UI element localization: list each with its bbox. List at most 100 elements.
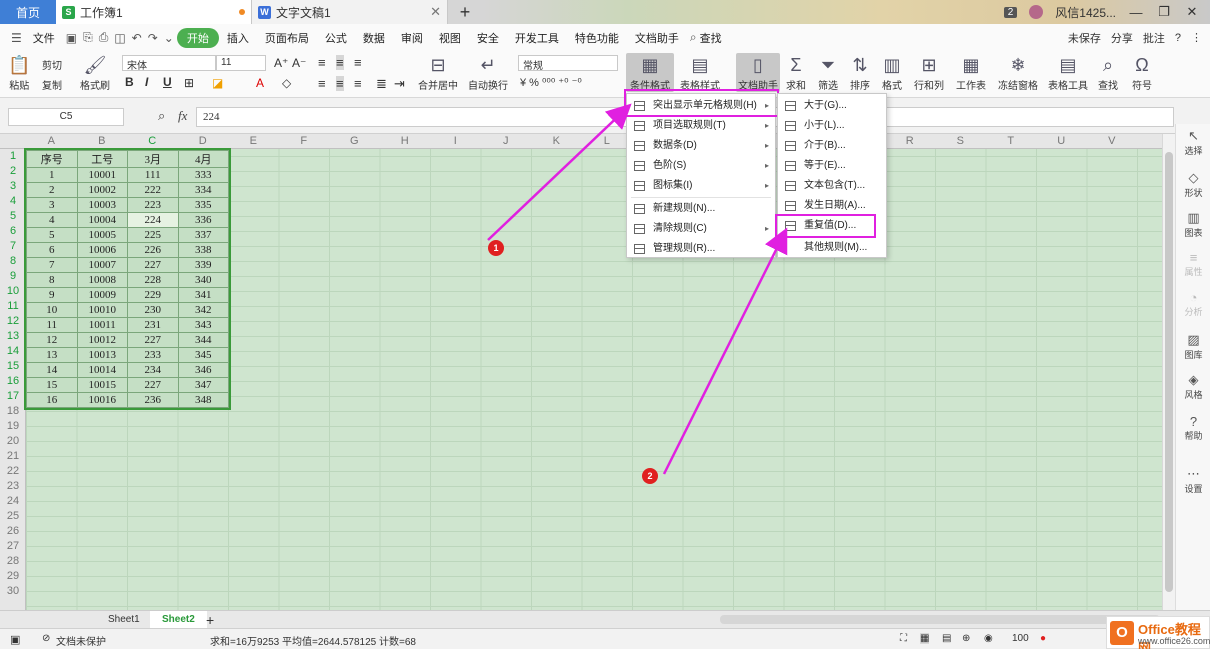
share-button[interactable]: 分享 (1111, 30, 1133, 46)
preview-icon[interactable]: ◫ (111, 31, 128, 45)
table-cell[interactable]: 10004 (76, 212, 128, 228)
table-cell[interactable]: 4月 (177, 150, 229, 168)
table-cell[interactable]: 16 (26, 392, 78, 408)
menu-item-manage-rules[interactable]: 管理规则(R)... (627, 239, 775, 259)
page-view-icon[interactable]: ▤ (942, 633, 951, 644)
doc-helper-button[interactable]: ▯ 文档助手 (736, 53, 780, 92)
row-header[interactable]: 23 (0, 479, 26, 494)
menu-search[interactable]: 查找 (700, 30, 730, 46)
row-header[interactable]: 22 (0, 464, 26, 479)
font-shrink-icon[interactable]: A⁻ (292, 56, 306, 70)
sheet-tab-sheet2[interactable]: Sheet2 (150, 611, 207, 629)
table-cell[interactable]: 12 (26, 332, 78, 348)
table-cell[interactable]: 序号 (26, 150, 78, 168)
menu-item-less-than[interactable]: 小于(L)... (778, 116, 886, 136)
scrollbar-thumb[interactable] (1165, 152, 1173, 592)
menu-data[interactable]: 数据 (355, 30, 393, 46)
table-cell[interactable]: 9 (26, 287, 78, 303)
table-cell[interactable]: 340 (177, 272, 229, 288)
row-header[interactable]: 12 (0, 314, 26, 329)
row-header[interactable]: 14 (0, 344, 26, 359)
table-cell[interactable]: 338 (177, 242, 229, 258)
zoom-level[interactable]: 100 (1012, 633, 1029, 644)
freeze-panes-button[interactable]: ❄ 冻结窗格 (998, 53, 1038, 92)
distribute-icon[interactable]: ≣ (376, 76, 387, 92)
table-cell[interactable]: 226 (127, 242, 179, 258)
table-cell[interactable]: 228 (127, 272, 179, 288)
table-cell[interactable]: 236 (127, 392, 179, 408)
row-header[interactable]: 25 (0, 509, 26, 524)
column-header[interactable]: I (430, 134, 481, 149)
close-tab-icon[interactable]: ✕ (430, 4, 441, 20)
row-header[interactable]: 21 (0, 449, 26, 464)
column-header[interactable]: R (885, 134, 936, 149)
protect-status[interactable]: 文档未保护 (56, 633, 106, 648)
clear-icon[interactable]: ◇ (282, 76, 291, 90)
column-header[interactable]: S (935, 134, 986, 149)
font-grow-icon[interactable]: A⁺ (274, 56, 288, 70)
row-header[interactable]: 1 (0, 149, 26, 164)
menu-item-greater-than[interactable]: 大于(G)... (778, 96, 886, 116)
menu-item-more-rules[interactable]: 其他规则(M)... (778, 238, 886, 258)
table-cell[interactable]: 227 (127, 257, 179, 273)
table-cell[interactable]: 工号 (76, 150, 128, 168)
table-cell[interactable]: 10005 (76, 227, 128, 243)
row-header[interactable]: 20 (0, 434, 26, 449)
sheet-tab-sheet1[interactable]: Sheet1 (96, 611, 152, 629)
row-header[interactable]: 7 (0, 239, 26, 254)
menu-security[interactable]: 安全 (469, 30, 507, 46)
column-header[interactable]: J (481, 134, 532, 149)
menu-start[interactable]: 开始 (176, 27, 219, 48)
column-header[interactable]: K (531, 134, 582, 149)
bold-button[interactable]: B (125, 75, 134, 89)
rp-help[interactable]: ? 帮助 (1176, 414, 1210, 442)
tab-document1[interactable]: W 文字文稿1 ✕ (252, 0, 448, 24)
table-cell[interactable]: 339 (177, 257, 229, 273)
row-header[interactable]: 9 (0, 269, 26, 284)
font-size-select[interactable]: 11 (216, 55, 266, 71)
row-header[interactable]: 16 (0, 374, 26, 389)
row-col-button[interactable]: ⊞ 行和列 (914, 53, 944, 92)
rp-chart[interactable]: ▥ 图表 (1176, 210, 1210, 239)
row-header[interactable]: 18 (0, 404, 26, 419)
menu-insert[interactable]: 插入 (219, 30, 257, 46)
table-cell[interactable]: 234 (127, 362, 179, 378)
row-header[interactable]: 3 (0, 179, 26, 194)
table-cell[interactable]: 344 (177, 332, 229, 348)
menu-review[interactable]: 审阅 (393, 30, 431, 46)
fill-color-icon[interactable]: ◪ (212, 76, 223, 90)
number-format-select[interactable]: 常规 (518, 55, 618, 72)
table-cell[interactable]: 15 (26, 377, 78, 393)
unsaved-status[interactable]: 未保存 (1068, 30, 1101, 46)
table-cell[interactable]: 111 (127, 167, 179, 183)
rp-analysis[interactable]: ◔ 分析 (1176, 290, 1210, 318)
rp-properties[interactable]: ≡ 属性 (1176, 250, 1210, 278)
add-sheet-button[interactable]: + (200, 611, 220, 629)
table-cell[interactable]: 10 (26, 302, 78, 318)
table-cell[interactable]: 3月 (127, 150, 179, 168)
table-cell[interactable]: 333 (177, 167, 229, 183)
menu-item-icon-sets[interactable]: 图标集(I) ▸ (627, 176, 775, 196)
row-header[interactable]: 13 (0, 329, 26, 344)
menu-doc-helper[interactable]: 文档助手 (627, 30, 687, 46)
table-cell[interactable]: 14 (26, 362, 78, 378)
table-cell[interactable]: 336 (177, 212, 229, 228)
fx-icon[interactable]: fx (178, 108, 187, 124)
table-cell[interactable]: 341 (177, 287, 229, 303)
column-header[interactable]: U (1036, 134, 1087, 149)
table-cell[interactable]: 227 (127, 377, 179, 393)
menu-item-top-rules[interactable]: 项目选取规则(T) ▸ (627, 116, 775, 136)
table-style-button[interactable]: ▤ 表格样式 (680, 53, 720, 92)
column-header[interactable]: E (228, 134, 279, 149)
save-icon[interactable]: ▣ (63, 31, 80, 45)
menu-item-date-occurring[interactable]: 发生日期(A)... (778, 196, 886, 216)
rp-shape[interactable]: ◇ 形状 (1176, 170, 1210, 199)
row-header[interactable]: 10 (0, 284, 26, 299)
table-cell[interactable]: 8 (26, 272, 78, 288)
table-cell[interactable]: 230 (127, 302, 179, 318)
table-cell[interactable]: 335 (177, 197, 229, 213)
menu-file[interactable]: 文件 (25, 30, 63, 46)
menu-features[interactable]: 特色功能 (567, 30, 627, 46)
more-options-icon[interactable]: ⋮ (1191, 31, 1202, 44)
align-left-icon[interactable]: ≡ (318, 76, 326, 91)
